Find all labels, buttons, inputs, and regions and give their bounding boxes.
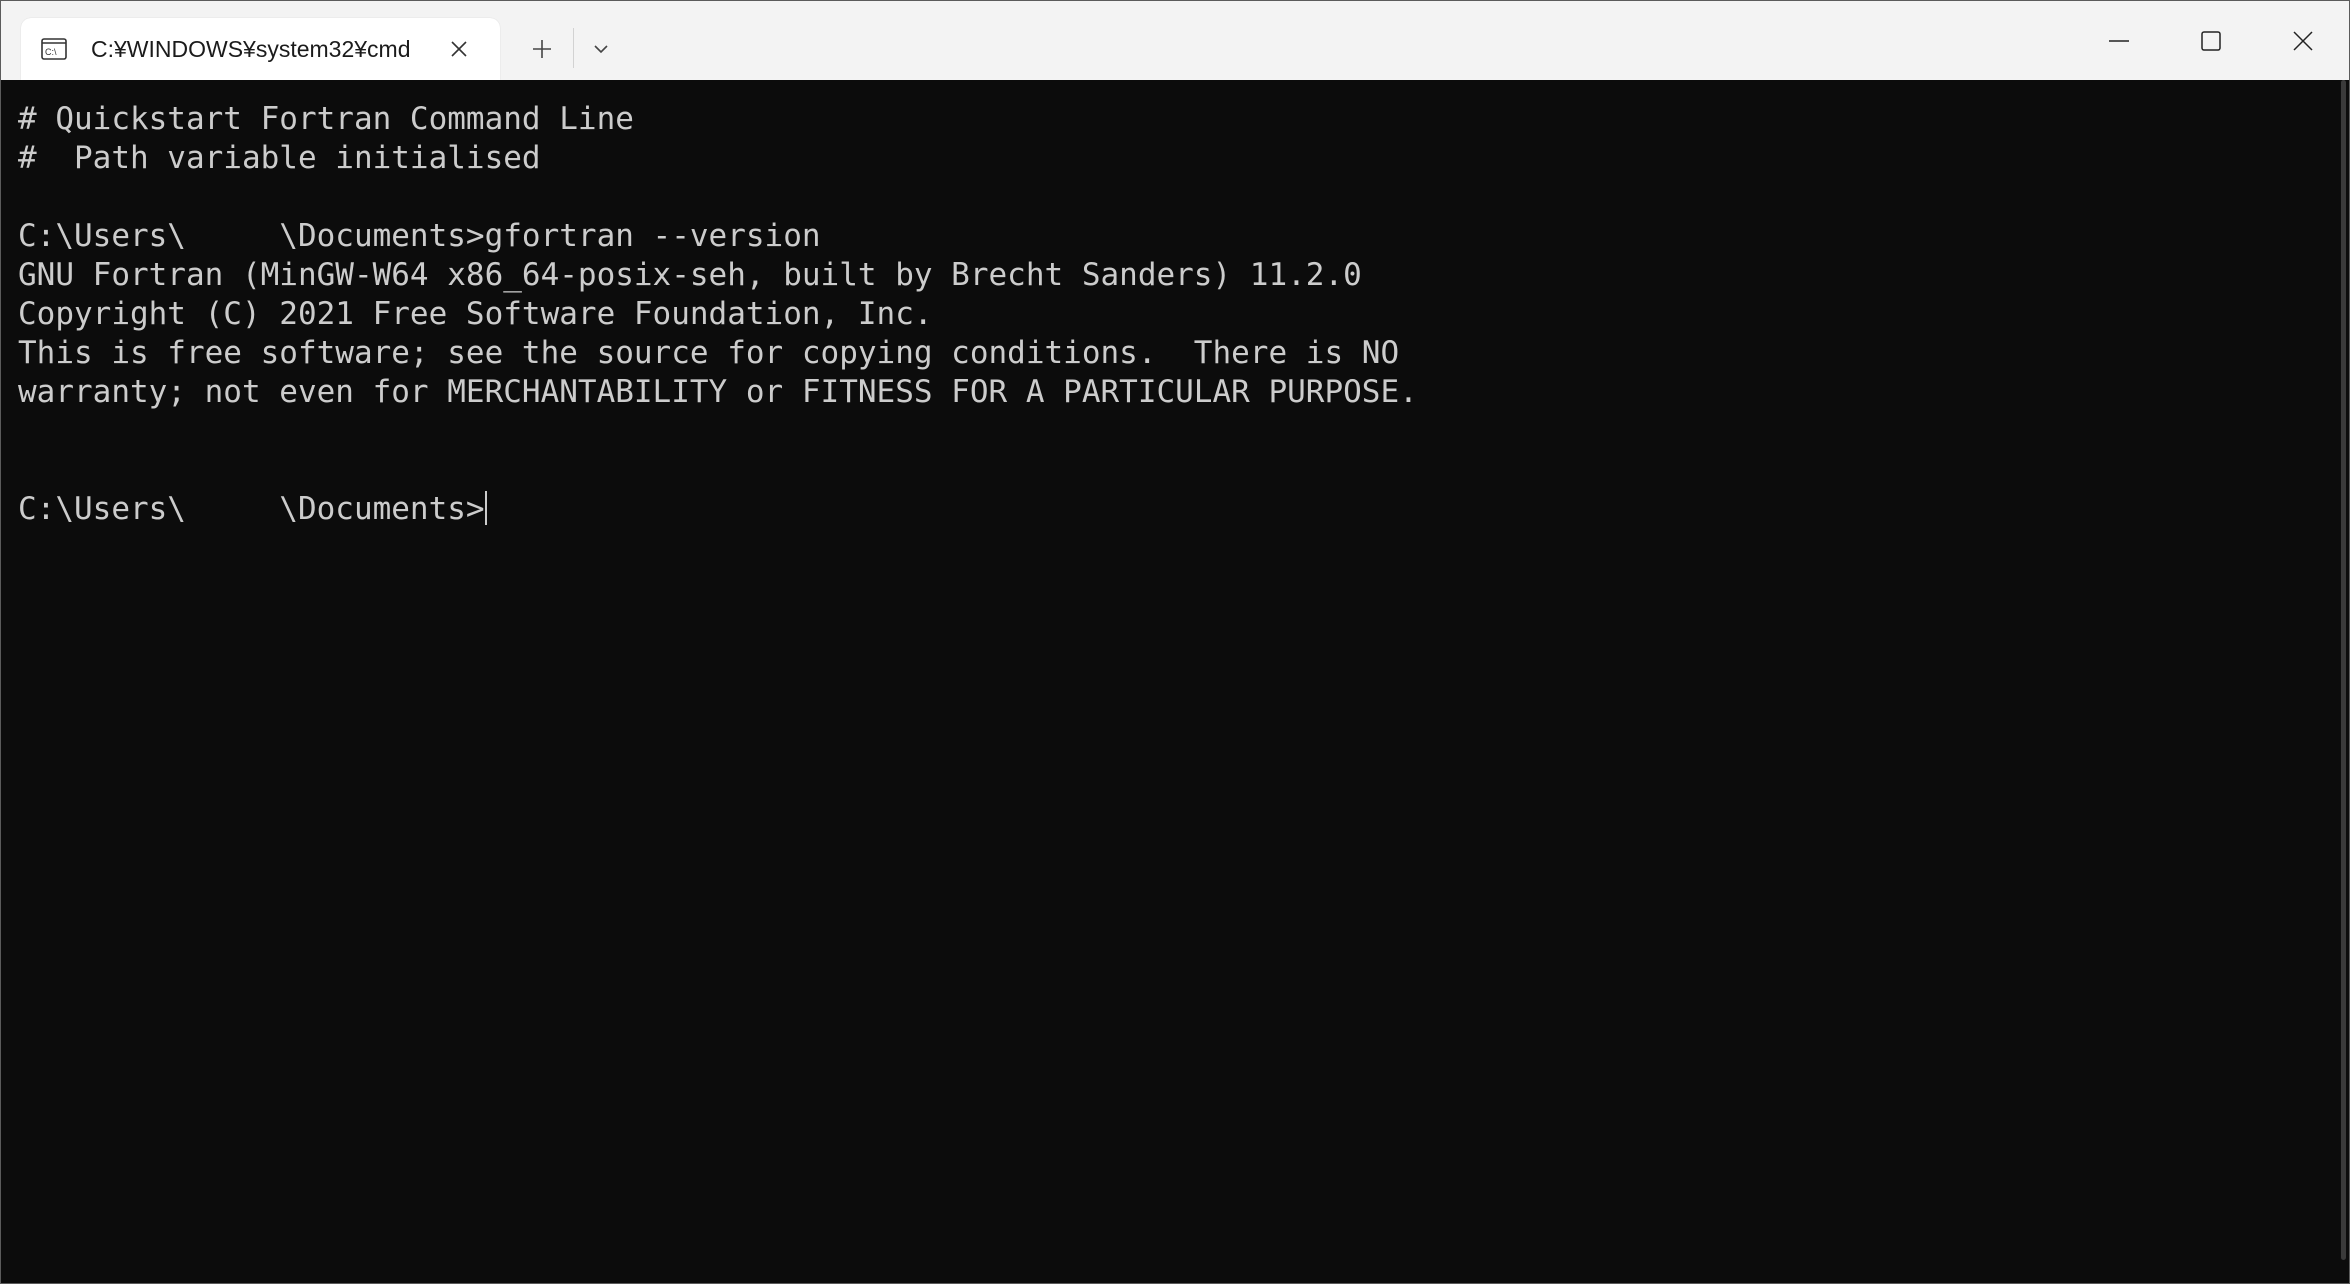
terminal-cmd-icon: C:\ <box>41 38 67 60</box>
command-prompt: C:\Users\ \Documents> <box>18 491 485 527</box>
scroll-thumb[interactable] <box>2341 80 2346 1260</box>
maximize-button[interactable] <box>2165 1 2257 80</box>
terminal-line: Copyright (C) 2021 Free Software Foundat… <box>18 296 933 332</box>
tab-close-button[interactable] <box>445 35 473 63</box>
maximize-icon <box>2201 30 2221 51</box>
close-icon <box>451 41 467 57</box>
chevron-down-icon <box>594 45 608 54</box>
tab-divider <box>573 28 574 68</box>
terminal-line: GNU Fortran (MinGW-W64 x86_64-posix-seh,… <box>18 257 1362 293</box>
title-bar[interactable]: C:\ C:¥WINDOWS¥system32¥cmd <box>1 1 2349 80</box>
minimize-button[interactable] <box>2073 1 2165 80</box>
close-window-button[interactable] <box>2257 1 2349 80</box>
terminal-line: C:\Users\ \Documents>gfortran --version <box>18 218 821 254</box>
terminal-line: # Quickstart Fortran Command Line <box>18 101 634 137</box>
tab-title: C:¥WINDOWS¥system32¥cmd <box>91 36 411 62</box>
terminal-line: This is free software; see the source fo… <box>18 335 1400 371</box>
minimize-icon <box>2109 39 2129 42</box>
terminal-window: C:\ C:¥WINDOWS¥system32¥cmd # Quickstart… <box>0 0 2350 1284</box>
prompt-line[interactable]: C:\Users\ \Documents> <box>18 490 2349 529</box>
close-icon <box>2293 30 2313 51</box>
new-tab-button[interactable] <box>522 31 562 67</box>
profile-dropdown-button[interactable] <box>583 31 619 67</box>
terminal-line: warranty; not even for MERCHANTABILITY o… <box>18 374 1418 410</box>
terminal-line: # Path variable initialised <box>18 140 541 176</box>
svg-text:C:\: C:\ <box>45 47 57 57</box>
terminal-output[interactable]: # Quickstart Fortran Command Line # Path… <box>1 80 2349 1283</box>
scrollbar[interactable] <box>2335 80 2349 1283</box>
text-cursor <box>484 491 487 525</box>
tab-cmd[interactable]: C:\ C:¥WINDOWS¥system32¥cmd <box>21 18 500 80</box>
plus-icon <box>533 40 551 58</box>
